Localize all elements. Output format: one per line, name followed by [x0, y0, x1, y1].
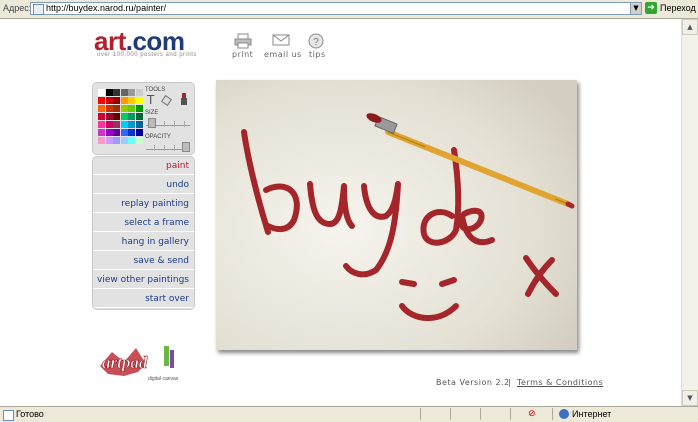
color-swatch[interactable]	[135, 121, 143, 128]
color-swatch[interactable]	[98, 137, 105, 144]
address-input[interactable]: http://buydex.narod.ru/painter/	[30, 2, 640, 15]
artpad-logo: artpad digital canvas	[94, 340, 194, 384]
vertical-scrollbar[interactable]: ▲ ▼	[681, 19, 698, 406]
color-swatch[interactable]	[120, 89, 128, 96]
question-icon[interactable]: ?	[303, 33, 329, 49]
color-swatch[interactable]	[98, 129, 105, 136]
menu-item-undo[interactable]: undo	[93, 176, 194, 194]
address-dropdown-button[interactable]: ▼	[630, 2, 642, 15]
color-swatch[interactable]	[113, 121, 120, 128]
color-swatch[interactable]	[105, 97, 113, 104]
color-swatch[interactable]	[113, 89, 120, 96]
size-label: SIZE	[145, 110, 159, 116]
color-swatch[interactable]	[105, 137, 113, 144]
chevron-down-icon: ▼	[633, 4, 639, 12]
opacity-label: OPACITY	[145, 134, 171, 140]
version-label: Beta Version 2.2	[436, 378, 510, 387]
color-swatch[interactable]	[128, 121, 135, 128]
footer-separator: |	[508, 378, 511, 387]
color-swatch[interactable]	[105, 129, 113, 136]
artpad-tagline: digital canvas	[148, 376, 179, 382]
internet-zone-icon	[559, 409, 569, 419]
color-swatch[interactable]	[128, 105, 135, 112]
color-swatch[interactable]	[98, 89, 105, 96]
size-slider-thumb[interactable]	[148, 118, 156, 128]
color-swatch[interactable]	[128, 137, 135, 144]
go-label: Переход	[660, 3, 696, 13]
terms-and-conditions-link[interactable]: Terms & Conditions	[517, 378, 603, 387]
menu-item-paint[interactable]: paint	[93, 157, 194, 175]
color-swatch[interactable]	[105, 113, 113, 120]
color-swatch[interactable]	[113, 137, 120, 144]
menu-item-save-and-send[interactable]: save & send	[93, 252, 194, 270]
go-button[interactable]: ➜ Переход	[645, 2, 697, 16]
menu-item-view-other-paintings[interactable]: view other paintings	[93, 271, 194, 289]
printer-icon[interactable]	[230, 33, 256, 49]
print-link[interactable]: print	[232, 50, 253, 59]
address-label: Адрес:	[3, 3, 32, 13]
color-swatch[interactable]	[113, 97, 120, 104]
color-swatch[interactable]	[98, 113, 105, 120]
color-swatch[interactable]	[113, 105, 120, 112]
painting-canvas[interactable]	[216, 80, 577, 350]
color-swatch[interactable]	[135, 89, 143, 96]
security-zone-text: Интернет	[572, 409, 612, 419]
address-url[interactable]: http://buydex.narod.ru/painter/	[46, 3, 166, 14]
color-palette[interactable]	[98, 89, 143, 145]
status-bar: Готово ⊘ Интернет	[0, 406, 698, 422]
color-swatch[interactable]	[120, 129, 128, 136]
color-swatch[interactable]	[128, 113, 135, 120]
opacity-slider-thumb[interactable]	[182, 142, 190, 152]
color-swatch[interactable]	[113, 129, 120, 136]
scroll-down-arrow-icon[interactable]: ▼	[682, 390, 698, 406]
blocked-icon: ⊘	[528, 409, 536, 419]
menu-item-replay-painting[interactable]: replay painting	[93, 195, 194, 213]
artpad-brand-text: artpad	[102, 353, 148, 372]
email-us-link[interactable]: email us	[264, 50, 302, 59]
color-swatch[interactable]	[120, 97, 128, 104]
color-swatch[interactable]	[120, 105, 128, 112]
color-swatch[interactable]	[105, 89, 113, 96]
address-bar: Адрес: http://buydex.narod.ru/painter/ ▼…	[0, 0, 698, 19]
color-swatch[interactable]	[120, 113, 128, 120]
logo-tagline: over 100,000 posters and prints	[97, 52, 197, 58]
color-swatch[interactable]	[128, 97, 135, 104]
scroll-up-arrow-icon[interactable]: ▲	[682, 19, 698, 35]
page-icon	[33, 4, 44, 15]
action-menu: paint undo replay painting select a fram…	[92, 156, 195, 310]
color-swatch[interactable]	[135, 97, 143, 104]
envelope-icon[interactable]	[268, 33, 294, 49]
menu-item-hang-in-gallery[interactable]: hang in gallery	[93, 233, 194, 251]
tools-panel: TOOLS T SIZE OPACITY	[92, 82, 195, 155]
eraser-tool-icon[interactable]	[160, 94, 173, 108]
menu-item-select-a-frame[interactable]: select a frame	[93, 214, 194, 232]
color-swatch[interactable]	[120, 137, 128, 144]
color-swatch[interactable]	[98, 105, 105, 112]
color-swatch[interactable]	[135, 137, 143, 144]
color-swatch[interactable]	[128, 129, 135, 136]
opacity-slider[interactable]	[146, 142, 190, 152]
color-swatch[interactable]	[135, 129, 143, 136]
color-swatch[interactable]	[113, 113, 120, 120]
color-swatch[interactable]	[120, 121, 128, 128]
tips-link[interactable]: tips	[309, 50, 326, 59]
page-status-icon	[3, 410, 14, 421]
go-arrow-icon: ➜	[645, 2, 657, 14]
menu-item-start-over[interactable]: start over	[93, 290, 194, 308]
color-swatch[interactable]	[98, 121, 105, 128]
size-slider[interactable]	[146, 118, 190, 128]
color-swatch[interactable]	[98, 97, 105, 104]
color-swatch[interactable]	[135, 105, 143, 112]
text-tool-icon[interactable]: T	[147, 94, 154, 106]
color-swatch[interactable]	[105, 105, 113, 112]
art-com-logo[interactable]: art.com	[94, 28, 185, 54]
paint-bucket-tool-icon[interactable]	[179, 93, 189, 108]
color-swatch[interactable]	[128, 89, 135, 96]
status-text: Готово	[16, 409, 44, 419]
svg-text:?: ?	[313, 37, 319, 48]
color-swatch[interactable]	[135, 113, 143, 120]
color-swatch[interactable]	[105, 121, 113, 128]
